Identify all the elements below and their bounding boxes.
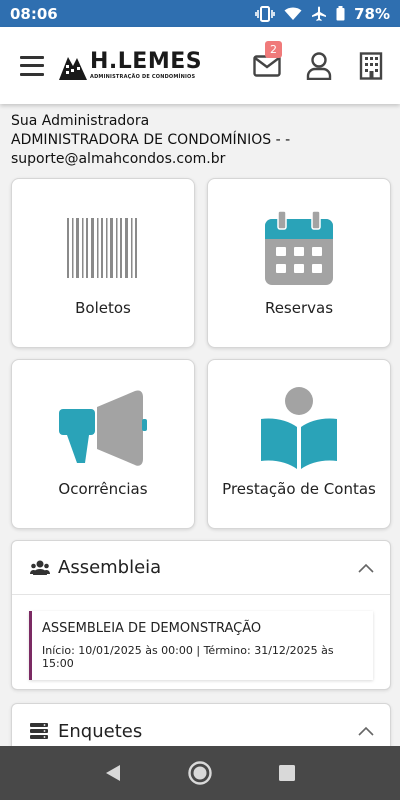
wifi-icon [284,7,302,21]
menu-icon[interactable] [20,55,44,76]
assembleia-card: Assembleia ASSEMBLEIA DE DEMONSTRAÇÃO In… [11,540,391,690]
recents-button[interactable] [270,756,304,790]
mail-icon [253,54,281,77]
calendar-icon [265,210,333,285]
server-list-icon [30,723,48,739]
assembleia-header[interactable]: Assembleia [12,541,390,595]
tile-label: Reservas [264,299,334,317]
back-triangle-icon [106,765,121,781]
tile-label: Prestação de Contas [222,480,376,498]
logo-name: H.LEMES [90,49,203,74]
status-bar: 08:06 78% [0,0,400,27]
people-icon [30,560,50,575]
chevron-up-icon[interactable] [358,563,374,573]
recents-square-icon [278,765,295,781]
tile-prestacao-de-contas[interactable]: Prestação de Contas [207,359,391,529]
app-header: H.LEMES ADMINISTRAÇÃO DE CONDOMÍNIOS 2 [0,27,400,104]
tile-reservas[interactable]: Reservas [207,178,391,348]
tile-ocorrencias[interactable]: Ocorrências [11,359,195,529]
mail-button[interactable]: 2 [252,40,282,81]
battery-level: 78% [354,4,390,23]
chevron-up-icon[interactable] [358,726,374,736]
navigation-bar [0,746,400,800]
home-circle-icon [188,761,212,785]
event-dates: Início: 10/01/2025 às 00:00 | Término: 3… [42,644,334,670]
logo: H.LEMES ADMINISTRAÇÃO DE CONDOMÍNIOS [58,51,202,81]
home-button[interactable] [183,756,217,790]
tile-boletos[interactable]: Boletos [11,178,195,348]
logo-subtitle: ADMINISTRAÇÃO DE CONDOMÍNIOS [90,74,196,80]
assembleia-event[interactable]: ASSEMBLEIA DE DEMONSTRAÇÃO Início: 10/01… [29,611,373,680]
status-icons: 78% [255,5,390,23]
status-time: 08:06 [10,4,58,23]
reading-person-icon [261,387,337,469]
administrator-info: Sua Administradora ADMINISTRADORA DE CON… [11,112,391,169]
airplane-icon [311,6,327,22]
tile-label: Ocorrências [58,480,148,498]
assembleia-title: Assembleia [58,557,162,578]
profile-button[interactable] [304,51,334,81]
event-title: ASSEMBLEIA DE DEMONSTRAÇÃO [42,621,262,636]
enquetes-title: Enquetes [58,720,143,742]
vibrate-icon [255,5,275,22]
back-button[interactable] [96,756,130,790]
administrator-email[interactable]: suporte@almahcondos.com.br [11,150,391,169]
condominium-button[interactable] [356,51,386,81]
user-icon [306,51,332,80]
tile-label: Boletos [75,299,131,317]
barcode-icon [67,218,137,278]
mail-badge: 2 [265,40,282,58]
battery-icon [336,6,345,21]
administrator-name: ADMINISTRADORA DE CONDOMÍNIOS - - [11,132,291,148]
building-icon [359,51,383,80]
logo-mark-icon [59,56,87,80]
administrator-label: Sua Administradora [11,113,150,129]
megaphone-icon [59,390,147,466]
